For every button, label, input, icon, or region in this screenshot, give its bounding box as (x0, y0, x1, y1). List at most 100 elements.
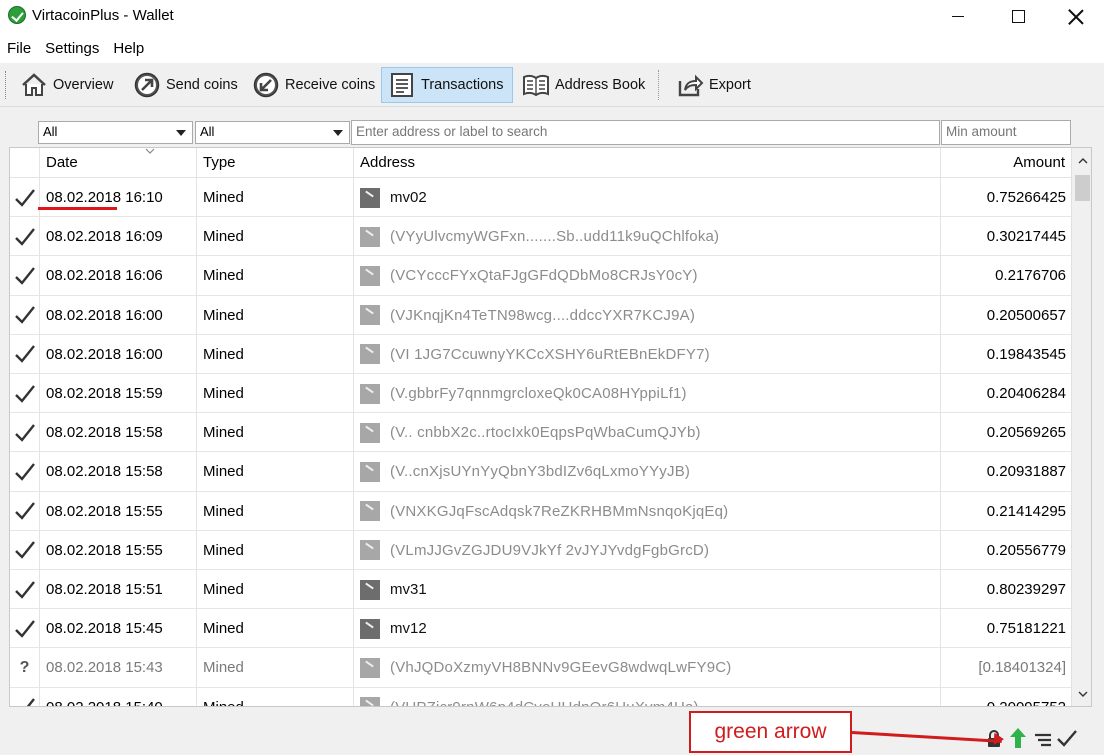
overview-label: Overview (53, 77, 114, 93)
address-text: (VJKnqjKn4TeTN98wcg....ddccYXR7KCJ9A) (390, 306, 696, 324)
date-cell: 08.02.2018 15:58 (40, 452, 197, 492)
mined-pickaxe-icon (360, 305, 380, 326)
status-cell (10, 374, 40, 413)
scrollbar-thumb[interactable] (1075, 175, 1090, 201)
date-filter-select[interactable]: All (38, 121, 193, 144)
transactions-label: Transactions (421, 77, 504, 93)
mined-pickaxe-icon (360, 187, 380, 208)
status-cell: ? (10, 648, 40, 688)
address-text: (VUPZjcr9rnW6p4dCyoUUdnQr6HuXvm4Ha) (390, 699, 699, 706)
type-filter-value: All (200, 124, 215, 139)
export-button[interactable]: Export (669, 67, 758, 103)
chevron-down-icon (1078, 691, 1087, 697)
menu-help[interactable]: Help (106, 40, 151, 57)
sync-status-icon[interactable] (1034, 732, 1054, 748)
address-text: (V.gbbrFy7qnnmgrcloxeQk0CA08HYppiLf1) (390, 385, 687, 402)
table-row[interactable]: 08.02.2018 15:55 Mined (VLmJJGvZGJDU9VJkYf… (10, 530, 1071, 570)
mined-pickaxe-icon (360, 226, 380, 247)
amount-column-header[interactable]: Amount (941, 148, 1071, 178)
annotation-pointer-head (993, 732, 1005, 746)
date-cell: 08.02.2018 16:00 (40, 334, 197, 374)
menu-settings[interactable]: Settings (38, 40, 106, 57)
receive-coins-button[interactable]: Receive coins (245, 67, 382, 103)
maximize-button[interactable] (988, 0, 1048, 33)
table-row[interactable]: 08.02.2018 15:58 Mined (V..cnXjsUYnYyQbnY3… (10, 452, 1071, 492)
date-column-header[interactable]: Date (40, 148, 197, 178)
address-text: (VI 1JG7CcuwnyYKCcXSHY6uRtEBnEkDFY7) (390, 345, 710, 363)
address-book-button[interactable]: Address Book (515, 67, 652, 103)
address-text: (V..cnXjsUYnYyQbnY3bdIZv6qLxmoYYyJB) (390, 463, 691, 481)
table-row[interactable]: 08.02.2018 16:06 Mined (VCYcccFYxQtaFJgGFd… (10, 256, 1071, 296)
type-cell: Mined (197, 648, 354, 688)
menu-bar: File Settings Help (0, 33, 1104, 63)
address-text: (VLmJJGvZGJDU9VJkYf 2vJYJYvdgFgbGrcD) (390, 541, 710, 559)
annotation-label-box: green arrow (689, 711, 852, 753)
amount-cell: [0.18401324] (978, 659, 1066, 677)
table-row[interactable]: 08.02.2018 15:51 Mined mv31 0.80239297 (10, 570, 1071, 610)
vertical-scrollbar[interactable] (1071, 148, 1091, 706)
send-coins-button[interactable]: Send coins (126, 67, 245, 103)
receive-coins-label: Receive coins (285, 77, 376, 93)
address-text: mv31 (390, 581, 427, 598)
toolbar-separator (658, 70, 659, 100)
amount-cell: 0.19843545 (986, 345, 1066, 363)
type-cell: Mined (197, 570, 354, 609)
amount-cell: 0.75181221 (986, 620, 1066, 638)
table-header: Date Type Address Amount (10, 148, 1071, 178)
date-cell: 08.02.2018 15:45 (40, 609, 197, 649)
scroll-up-button[interactable] (1072, 150, 1091, 170)
table-row[interactable]: 08.02.2018 16:09 Mined (VYyUlvcmyWGFxn....… (10, 217, 1071, 257)
amount-cell: 0.20095752 (941, 688, 1071, 706)
table-row[interactable]: 08.02.2018 15:45 Mined mv12 0.75181221 (10, 609, 1071, 649)
confirmed-check-icon (14, 463, 35, 481)
min-amount-input[interactable]: Min amount (941, 120, 1071, 145)
date-cell: 08.02.2018 15:51 (40, 570, 197, 609)
table-row[interactable]: ? 08.02.2018 15:43 Mined (VhJQDoXzmyVH8BNNv… (10, 648, 1071, 688)
status-cell (10, 491, 40, 531)
menu-file[interactable]: File (0, 40, 38, 57)
mined-pickaxe-icon (360, 697, 380, 706)
table-row[interactable]: 08.02.2018 15:59 Mined (V.gbbrFy7qnnmgrclo… (10, 374, 1071, 414)
mined-pickaxe-icon (360, 540, 380, 561)
status-cell (10, 570, 40, 609)
type-filter-select[interactable]: All (195, 121, 350, 144)
transactions-list-icon (388, 71, 416, 99)
address-column-header[interactable]: Address (354, 148, 941, 178)
annotation-underline (38, 207, 117, 210)
connection-check-icon[interactable] (1055, 726, 1079, 750)
transactions-table: Date Type Address Amount 08.02.2018 16:1… (9, 147, 1092, 707)
table-row[interactable]: 08.02.2018 15:40Mined (VUPZjcr9rnW6p4dCyo… (10, 687, 1071, 706)
toolbar-grip[interactable] (5, 71, 8, 99)
status-column-header[interactable] (10, 148, 40, 178)
scroll-down-button[interactable] (1072, 684, 1091, 704)
address-search-input[interactable]: Enter address or label to search (351, 120, 940, 145)
confirmed-check-icon (14, 384, 35, 403)
status-cell (10, 530, 40, 570)
mined-pickaxe-icon (360, 265, 380, 286)
date-cell: 08.02.2018 16:09 (40, 217, 197, 257)
overview-button[interactable]: Overview (13, 67, 120, 103)
type-cell: Mined (197, 217, 354, 257)
app-logo-icon (8, 6, 26, 24)
sort-descending-icon (145, 148, 155, 154)
export-icon (676, 71, 704, 99)
amount-cell: 0.20931887 (986, 463, 1066, 481)
filter-row: All All Enter address or label to search… (0, 118, 1104, 146)
minimize-button[interactable] (928, 0, 988, 33)
status-cell (10, 413, 40, 453)
type-cell: Mined (197, 334, 354, 374)
table-row[interactable]: 08.02.2018 15:58 Mined (V.. cnbbX2c..rtocI… (10, 413, 1071, 453)
table-row[interactable]: 08.02.2018 16:00 Mined (VI 1JG7CcuwnyYKCcX… (10, 334, 1071, 374)
type-column-header[interactable]: Type (197, 148, 354, 178)
table-row[interactable]: 08.02.2018 16:00 Mined (VJKnqjKn4TeTN98wcg… (10, 295, 1071, 335)
confirmed-check-icon (14, 580, 35, 599)
transactions-button[interactable]: Transactions (381, 67, 513, 103)
address-text: mv02 (390, 189, 427, 206)
table-row[interactable]: 08.02.2018 15:55 Mined (VNXKGJqFscAdqsk7Re… (10, 491, 1071, 531)
table-row[interactable]: 08.02.2018 16:10 Mined mv02 0.75266425 (10, 178, 1071, 218)
staking-green-arrow-icon[interactable] (1008, 726, 1028, 750)
date-cell: 08.02.2018 15:55 (40, 491, 197, 531)
status-cell (10, 295, 40, 335)
close-button[interactable] (1046, 0, 1104, 33)
mined-pickaxe-icon (360, 461, 380, 482)
